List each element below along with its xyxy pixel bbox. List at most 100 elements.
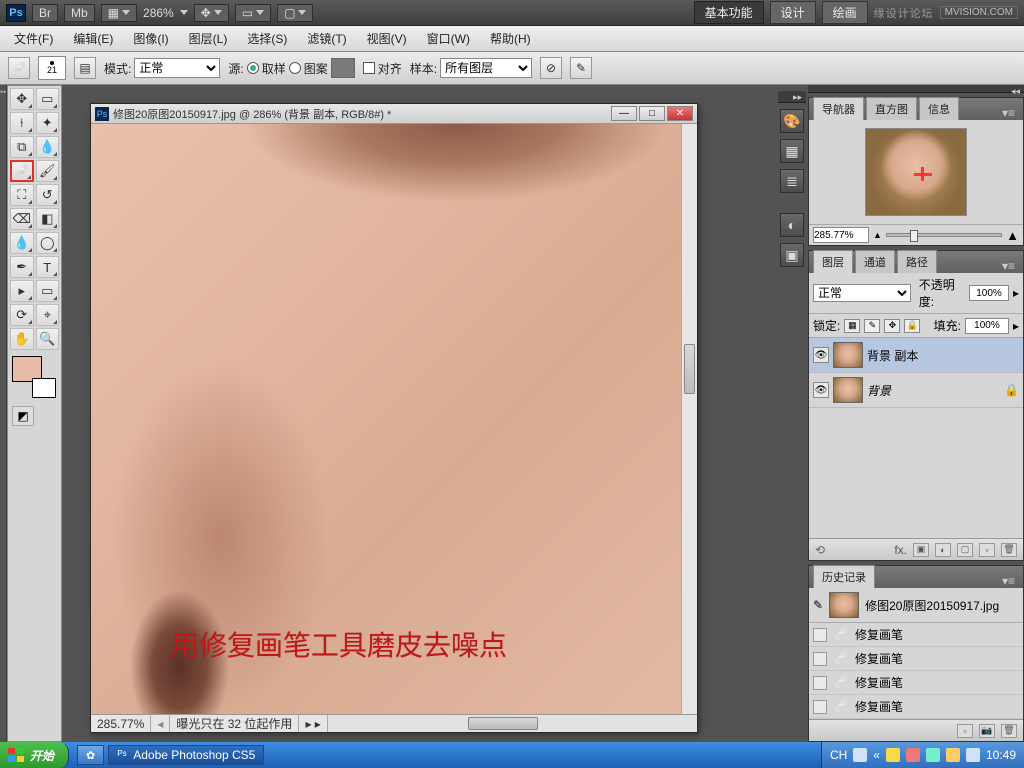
panel-menu-icon[interactable]: ▾≡	[998, 574, 1019, 588]
visibility-toggle[interactable]: 👁	[813, 382, 829, 398]
quick-select-tool[interactable]: ✦	[36, 112, 60, 134]
history-snapshot[interactable]: ✎ 修图20原图20150917.jpg	[809, 588, 1023, 623]
zoom-dropdown-icon[interactable]	[180, 10, 188, 15]
zoom-level-readout[interactable]: 286%	[143, 6, 174, 20]
delete-state-button[interactable]: 🗑	[1001, 724, 1017, 738]
layer-row[interactable]: 👁 背景 副本	[809, 338, 1023, 373]
new-layer-button[interactable]: ▫	[979, 543, 995, 557]
vertical-scrollbar[interactable]	[681, 124, 697, 714]
swatches-panel-icon[interactable]: ▦	[780, 139, 804, 163]
hand-tool-button[interactable]: ✥	[194, 4, 229, 22]
aligned-checkbox[interactable]	[363, 62, 375, 74]
layer-name[interactable]: 背景	[867, 382, 891, 399]
menu-edit[interactable]: 编辑(E)	[63, 26, 123, 51]
tab-history[interactable]: 历史记录	[813, 565, 875, 588]
ime-indicator[interactable]: CH	[830, 748, 847, 762]
new-doc-from-state-button[interactable]: ▫	[957, 724, 973, 738]
view-extras-button[interactable]: ▦	[101, 4, 137, 22]
tab-info[interactable]: 信息	[919, 97, 959, 120]
3d-tool[interactable]: ⟳	[10, 304, 34, 326]
tray-icon[interactable]	[946, 748, 960, 762]
close-button[interactable]: ✕	[667, 106, 693, 121]
quicklaunch-item[interactable]: ✿	[77, 745, 104, 765]
source-sample-radio[interactable]	[247, 62, 259, 74]
menu-filter[interactable]: 滤镜(T)	[297, 26, 356, 51]
tab-layers[interactable]: 图层	[813, 250, 853, 273]
adjustments-panel-icon[interactable]: ◐	[780, 213, 804, 237]
navigator-zoom-field[interactable]	[813, 227, 869, 243]
move-tool[interactable]: ✥	[10, 88, 34, 110]
crop-tool[interactable]: ⧉	[10, 136, 34, 158]
tray-expand-icon[interactable]: «	[873, 748, 880, 762]
sample-layers-select[interactable]: 所有图层	[440, 58, 532, 78]
lock-transparent-icon[interactable]: ▦	[844, 319, 860, 333]
3d-camera-tool[interactable]: ⌖	[36, 304, 60, 326]
document-titlebar[interactable]: Ps 修图20原图20150917.jpg @ 286% (背景 副本, RGB…	[91, 104, 697, 124]
tab-paths[interactable]: 路径	[897, 250, 937, 273]
ignore-adjustments-button[interactable]: ⊘	[540, 57, 562, 79]
menu-window[interactable]: 窗口(W)	[417, 26, 480, 51]
type-tool[interactable]: T	[36, 256, 60, 278]
lock-pixels-icon[interactable]: ✎	[864, 319, 880, 333]
history-step[interactable]: 🩹修复画笔	[809, 623, 1023, 647]
navigator-zoom-slider[interactable]	[886, 233, 1002, 237]
layer-row[interactable]: 👁 背景 🔒	[809, 373, 1023, 408]
blend-mode-select[interactable]: 正常	[134, 58, 220, 78]
menu-view[interactable]: 视图(V)	[357, 26, 417, 51]
group-button[interactable]: ▢	[957, 543, 973, 557]
tray-icon[interactable]	[886, 748, 900, 762]
lasso-tool[interactable]: ⟊	[10, 112, 34, 134]
history-step[interactable]: 🩹修复画笔	[809, 671, 1023, 695]
blur-tool[interactable]: 💧	[10, 232, 34, 254]
start-button[interactable]: 开始	[0, 742, 69, 768]
eraser-tool[interactable]: ⌫	[10, 208, 34, 230]
opacity-field[interactable]: 100%	[969, 285, 1009, 301]
taskbar-app[interactable]: Ps Adobe Photoshop CS5	[108, 745, 264, 765]
tray-icon[interactable]	[926, 748, 940, 762]
arrange-docs-button[interactable]: ▭	[235, 4, 271, 22]
maximize-button[interactable]: □	[639, 106, 665, 121]
menu-select[interactable]: 选择(S)	[237, 26, 297, 51]
layer-blend-select[interactable]: 正常	[813, 284, 911, 302]
screen-mode-button[interactable]: ▢	[277, 4, 313, 22]
shape-tool[interactable]: ▭	[36, 280, 60, 302]
doc-zoom-field[interactable]: 285.77%	[91, 715, 151, 732]
styles-panel-icon[interactable]: ≣	[780, 169, 804, 193]
pen-tool[interactable]: ✒	[10, 256, 34, 278]
dodge-tool[interactable]: ◯	[36, 232, 60, 254]
layer-thumbnail[interactable]	[833, 377, 863, 403]
current-tool-icon[interactable]: 🩹	[8, 57, 30, 79]
workspace-design[interactable]: 设计	[770, 1, 816, 24]
layer-thumbnail[interactable]	[833, 342, 863, 368]
brush-panel-toggle[interactable]: ▤	[74, 57, 96, 79]
opacity-menu-icon[interactable]: ▸	[1013, 286, 1019, 300]
marquee-tool[interactable]: ▭	[36, 88, 60, 110]
lock-all-icon[interactable]: 🔒	[904, 319, 920, 333]
horizontal-scrollbar[interactable]	[328, 715, 697, 732]
history-step[interactable]: 🩹修复画笔	[809, 695, 1023, 719]
status-menu-icon[interactable]: ▸ ▸	[299, 715, 327, 732]
eyedropper-tool[interactable]: 💧	[36, 136, 60, 158]
panel-menu-icon[interactable]: ▾≡	[998, 106, 1019, 120]
stamp-tool[interactable]: ⛶	[10, 184, 34, 206]
pattern-swatch[interactable]	[331, 58, 355, 78]
lock-position-icon[interactable]: ✥	[884, 319, 900, 333]
tray-icon[interactable]	[853, 748, 867, 762]
tray-icon[interactable]	[906, 748, 920, 762]
adjustment-button[interactable]: ◐	[935, 543, 951, 557]
menu-file[interactable]: 文件(F)	[4, 26, 63, 51]
new-snapshot-button[interactable]: 📷	[979, 724, 995, 738]
brush-tool[interactable]: 🖌	[36, 160, 59, 182]
panel-menu-icon[interactable]: ▾≡	[998, 259, 1019, 273]
clock[interactable]: 10:49	[986, 748, 1016, 762]
zoom-tool[interactable]: 🔍	[36, 328, 60, 350]
menu-help[interactable]: 帮助(H)	[480, 26, 541, 51]
color-panel-icon[interactable]: 🎨	[780, 109, 804, 133]
tray-volume-icon[interactable]	[966, 748, 980, 762]
path-select-tool[interactable]: ▸	[10, 280, 34, 302]
pressure-size-button[interactable]: ✎	[570, 57, 592, 79]
delete-layer-button[interactable]: 🗑	[1001, 543, 1017, 557]
history-brush-source[interactable]: ✎	[813, 598, 823, 612]
fx-button[interactable]: fx.	[894, 543, 907, 557]
gradient-tool[interactable]: ◧	[36, 208, 60, 230]
